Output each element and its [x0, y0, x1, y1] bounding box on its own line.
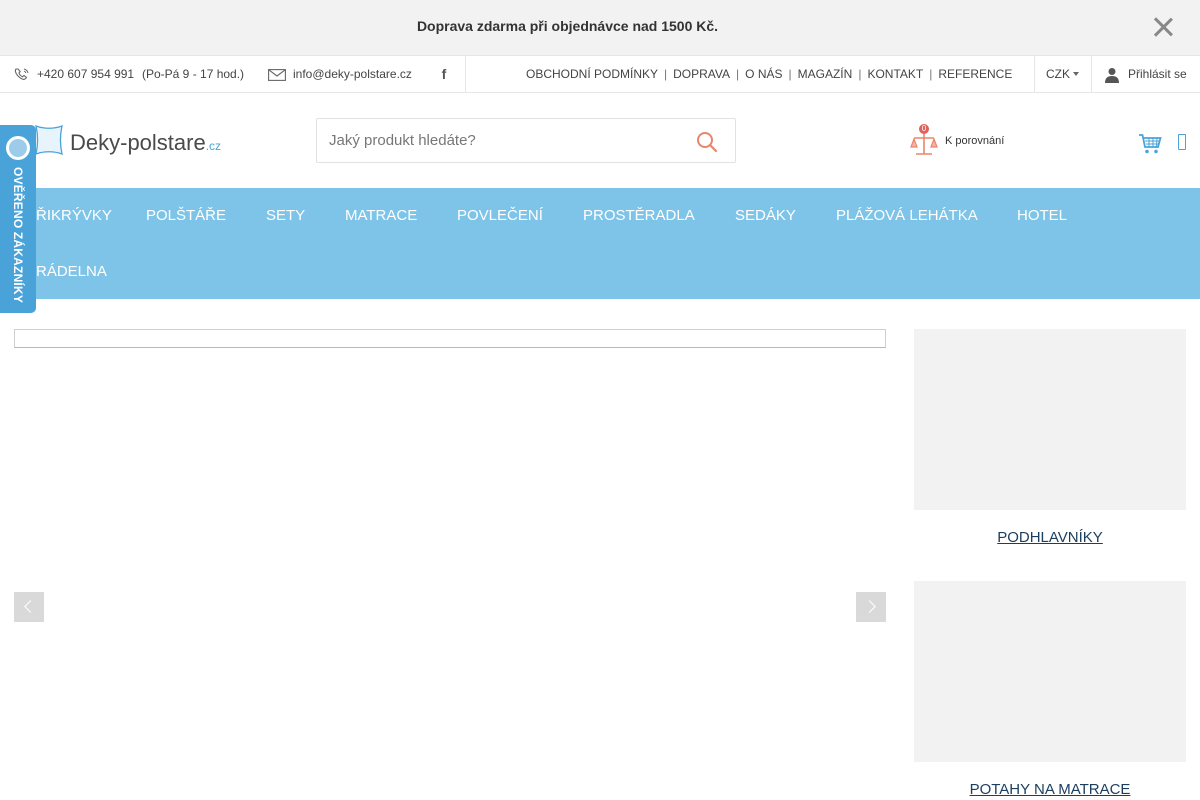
link-magazine[interactable]: MAGAZÍN — [798, 67, 853, 81]
mail-icon — [268, 69, 286, 81]
separator: | — [858, 67, 862, 81]
cart-menu-icon[interactable] — [1178, 134, 1186, 150]
nav-item-duvets[interactable]: PŘIKRÝVKY — [26, 188, 112, 244]
search-input[interactable] — [329, 119, 689, 162]
link-shipping[interactable]: DOPRAVA — [673, 67, 730, 81]
separator: | — [664, 67, 668, 81]
logo-name: Deky-polstare — [70, 130, 206, 155]
separator: | — [788, 67, 792, 81]
logo-text[interactable]: Deky-polstare.cz — [70, 130, 221, 156]
link-terms[interactable]: OBCHODNÍ PODMÍNKY — [526, 67, 658, 81]
verified-seal-icon — [6, 136, 30, 160]
promo-tile-label[interactable]: POTAHY NA MATRACE — [914, 781, 1186, 798]
promo-tile-image[interactable] — [914, 581, 1186, 762]
carousel-next-button[interactable] — [856, 592, 886, 622]
search-icon[interactable] — [695, 131, 719, 153]
nav-item-laundry[interactable]: PRÁDELNA — [26, 244, 107, 300]
verified-by-customers-ribbon[interactable]: OVĚŘENO ZÁKAZNÍKY — [0, 125, 36, 313]
cart-icon[interactable] — [1138, 133, 1162, 155]
link-about[interactable]: O NÁS — [745, 67, 782, 81]
email-link[interactable]: info@deky-polstare.cz — [293, 56, 412, 93]
separator: | — [736, 67, 740, 81]
user-icon — [1105, 68, 1119, 83]
nav-item-pillows[interactable]: POLŠTÁŘE — [146, 188, 226, 244]
hero-carousel — [14, 329, 886, 800]
link-contact[interactable]: KONTAKT — [867, 67, 923, 81]
nav-item-sheets[interactable]: PROSTĚRADLA — [583, 188, 695, 244]
divider — [1034, 56, 1035, 93]
verified-label-wrap: OVĚŘENO ZÁKAZNÍKY — [0, 165, 36, 305]
nav-item-beach-loungers[interactable]: PLÁŽOVÁ LEHÁTKA — [836, 188, 978, 244]
currency-value: CZK — [1046, 67, 1070, 81]
link-references[interactable]: REFERENCE — [938, 67, 1012, 81]
nav-item-bedding[interactable]: POVLEČENÍ — [457, 188, 543, 244]
site-header: Deky-polstare.cz 0 K porovnání — [0, 93, 1200, 188]
logo-tld: .cz — [205, 139, 222, 153]
free-shipping-notice: Doprava zdarma při objednávce nad 1500 K… — [416, 18, 719, 34]
nav-item-cushions[interactable]: SEDÁKY — [735, 188, 796, 244]
promo-tile-image[interactable] — [914, 329, 1186, 510]
announcement-bar: Doprava zdarma při objednávce nad 1500 K… — [0, 0, 1200, 55]
phone-number[interactable]: +420 607 954 991 — [37, 56, 134, 93]
separator: | — [929, 67, 933, 81]
currency-selector[interactable]: CZK — [1046, 56, 1079, 93]
carousel-image-placeholder[interactable] — [14, 329, 886, 348]
close-icon[interactable] — [1150, 14, 1176, 40]
carousel-prev-button[interactable] — [14, 592, 44, 622]
compare-count-badge: 0 — [919, 124, 929, 134]
caret-down-icon — [1073, 72, 1079, 76]
verified-label: OVĚŘENO ZÁKAZNÍKY — [11, 166, 25, 304]
top-links: OBCHODNÍ PODMÍNKY | DOPRAVA | O NÁS | MAGAZÍN |… — [526, 56, 1012, 93]
office-hours: (Po-Pá 9 - 17 hod.) — [142, 67, 245, 81]
login-link[interactable]: Přihlásit se — [1128, 56, 1187, 93]
phone-icon — [14, 68, 29, 80]
utility-bar: +420 607 954 991 (Po-Pá 9 - 17 hod.) inf… — [0, 55, 1200, 93]
nav-item-mattresses[interactable]: MATRACE — [345, 188, 417, 244]
main-nav: PŘIKRÝVKY POLŠTÁŘE SETY MATRACE POVLEČEN… — [0, 188, 1200, 299]
search-box — [316, 118, 736, 163]
facebook-icon[interactable]: f — [438, 66, 450, 82]
compare-label[interactable]: K porovnání — [945, 135, 1004, 147]
nav-item-hotel[interactable]: HOTEL — [1017, 188, 1067, 244]
nav-item-sets[interactable]: SETY — [266, 188, 305, 244]
divider — [465, 56, 466, 93]
divider — [1091, 56, 1092, 93]
promo-tile-label[interactable]: PODHLAVNÍKY — [914, 529, 1186, 546]
